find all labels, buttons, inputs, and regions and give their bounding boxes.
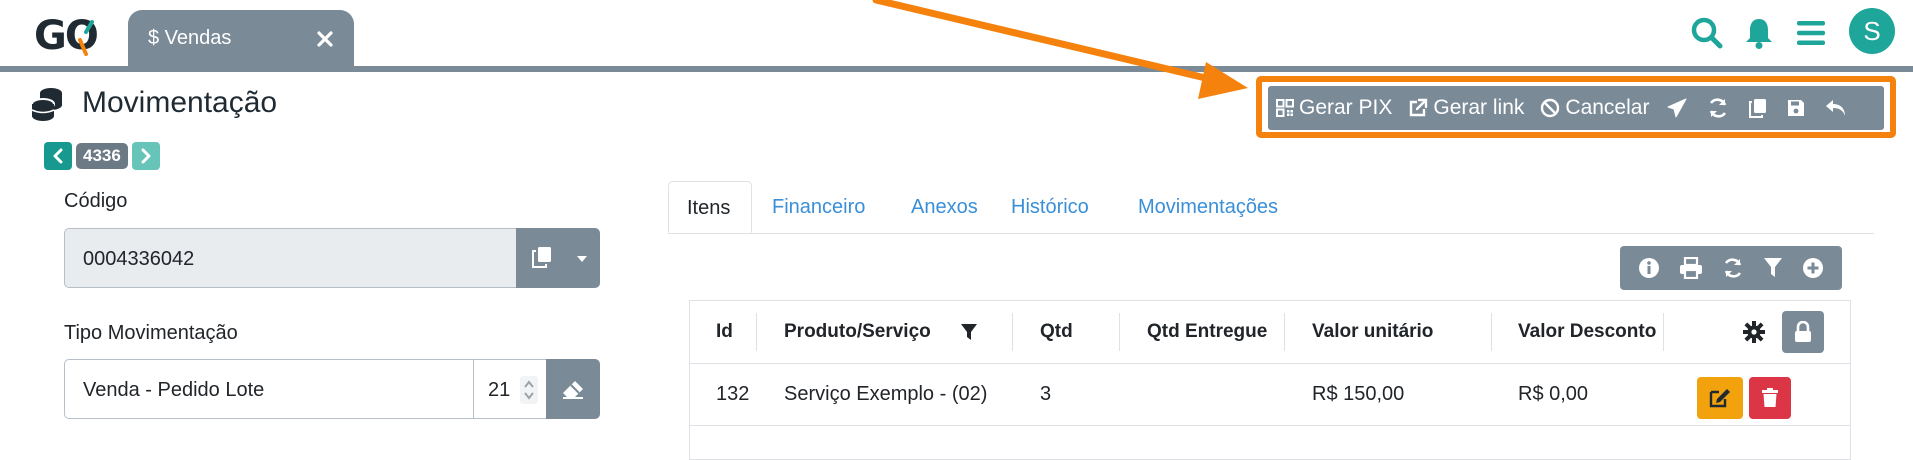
caret-down-icon	[577, 256, 587, 262]
cell-id: 132	[716, 383, 750, 405]
col-qtd[interactable]: Qtd	[1040, 301, 1073, 363]
bell-icon[interactable]	[1736, 10, 1782, 56]
qrcode-icon	[1276, 99, 1294, 117]
grid-toolbar	[1620, 246, 1842, 290]
avatar[interactable]: S	[1849, 8, 1895, 54]
top-bar: GO $ Vendas S	[0, 0, 1913, 66]
edit-row-button[interactable]	[1697, 377, 1743, 419]
record-pager: 4336	[44, 142, 160, 170]
close-icon[interactable]	[316, 30, 334, 48]
filter-icon[interactable]	[1763, 257, 1783, 279]
col-valor-desconto[interactable]: Valor Desconto	[1518, 301, 1656, 363]
undo-icon	[1826, 100, 1846, 116]
column-separator[interactable]	[1012, 313, 1013, 351]
filter-icon[interactable]	[960, 323, 978, 341]
codigo-copy-dropdown-button[interactable]	[516, 228, 600, 288]
cell-valor-unitario: R$ 150,00	[1312, 383, 1405, 405]
col-qtd-entregue[interactable]: Qtd Entregue	[1147, 301, 1267, 363]
next-record-button[interactable]	[131, 142, 160, 170]
items-table: Id Produto/Serviço Qtd Qtd Entregue Valo…	[689, 300, 1851, 460]
gerar-link-label: Gerar link	[1433, 96, 1525, 119]
refresh-icon[interactable]	[1722, 257, 1744, 279]
column-separator[interactable]	[1663, 313, 1664, 351]
save-icon	[1788, 100, 1805, 116]
logo-accent-icon	[78, 20, 94, 56]
chevron-right-icon	[141, 148, 151, 164]
gerar-pix-button[interactable]: Gerar PIX	[1268, 86, 1400, 130]
add-icon[interactable]	[1802, 257, 1824, 279]
app-logo[interactable]: GO	[34, 14, 104, 58]
info-icon[interactable]	[1638, 257, 1660, 279]
previous-record-button[interactable]	[44, 142, 72, 170]
cancelar-label: Cancelar	[1565, 96, 1650, 119]
copy-icon	[1749, 99, 1767, 118]
chevron-left-icon	[53, 148, 63, 164]
search-icon[interactable]	[1684, 10, 1730, 56]
tab-movimentacoes[interactable]: Movimentações	[1120, 181, 1296, 233]
lock-icon	[1795, 321, 1811, 342]
column-separator[interactable]	[1284, 313, 1285, 351]
gear-icon[interactable]	[1743, 321, 1765, 343]
table-row[interactable]: 132 Serviço Exemplo - (02) 3 R$ 150,00 R…	[690, 363, 1850, 426]
refresh-icon	[1710, 98, 1727, 118]
tipo-number-input[interactable]: 21	[474, 359, 546, 419]
cell-qtd: 3	[1040, 383, 1052, 405]
delete-row-button[interactable]	[1749, 377, 1791, 419]
tipo-movimentacao-field[interactable]: Venda - Pedido Lote	[64, 359, 474, 419]
column-separator[interactable]	[1119, 313, 1120, 351]
table-header: Id Produto/Serviço Qtd Qtd Entregue Valo…	[690, 301, 1850, 364]
spinner-arrows-icon[interactable]	[520, 376, 538, 404]
clear-tipo-button[interactable]	[546, 359, 600, 419]
codigo-field[interactable]: 0004336042	[64, 228, 516, 288]
tab-anexos[interactable]: Anexos	[893, 181, 996, 233]
column-separator[interactable]	[1491, 313, 1492, 351]
edit-icon	[1709, 389, 1730, 408]
tab-vendas[interactable]: $ Vendas	[128, 10, 354, 66]
col-valor-unitario[interactable]: Valor unitário	[1312, 301, 1433, 363]
col-id[interactable]: Id	[716, 301, 733, 363]
detail-tabs: Itens Financeiro Anexos Histórico Movime…	[668, 181, 1874, 234]
record-number-badge: 4336	[76, 143, 128, 169]
tab-vendas-label: $ Vendas	[148, 27, 232, 49]
tipo-movimentacao-label: Tipo Movimentação	[64, 322, 238, 344]
action-toolbar: Gerar PIX Gerar link Cancelar	[1268, 86, 1884, 130]
eraser-icon	[563, 381, 583, 399]
menu-icon[interactable]	[1788, 10, 1834, 56]
tab-financeiro[interactable]: Financeiro	[754, 181, 883, 233]
top-bar-divider	[0, 66, 1913, 72]
column-separator[interactable]	[756, 313, 757, 351]
lock-columns-button[interactable]	[1782, 311, 1824, 353]
gerar-link-button[interactable]: Gerar link	[1400, 86, 1532, 130]
save-button[interactable]	[1777, 86, 1815, 130]
refresh-button[interactable]	[1697, 86, 1739, 130]
external-link-icon	[1410, 98, 1428, 117]
tab-historico[interactable]: Histórico	[993, 181, 1107, 233]
cancelar-button[interactable]: Cancelar	[1532, 86, 1657, 130]
tipo-number-value: 21	[488, 379, 511, 401]
page-title: Movimentação	[82, 86, 278, 119]
codigo-label: Código	[64, 190, 128, 212]
send-button[interactable]	[1657, 86, 1697, 130]
trash-icon	[1762, 388, 1778, 407]
gerar-pix-label: Gerar PIX	[1299, 96, 1393, 119]
cell-valor-desconto: R$ 0,00	[1518, 383, 1589, 405]
cell-produto: Serviço Exemplo - (02)	[784, 383, 988, 405]
send-icon	[1667, 98, 1687, 118]
col-produto[interactable]: Produto/Serviço	[784, 301, 931, 363]
print-icon[interactable]	[1679, 257, 1703, 279]
tipo-movimentacao-value: Venda - Pedido Lote	[83, 379, 265, 401]
copy-icon	[532, 247, 551, 268]
coins-icon	[31, 88, 62, 121]
copy-button[interactable]	[1739, 86, 1777, 130]
ban-icon	[1541, 98, 1560, 118]
tab-itens[interactable]: Itens	[668, 181, 752, 233]
undo-button[interactable]	[1815, 86, 1857, 130]
codigo-value: 0004336042	[83, 248, 195, 270]
